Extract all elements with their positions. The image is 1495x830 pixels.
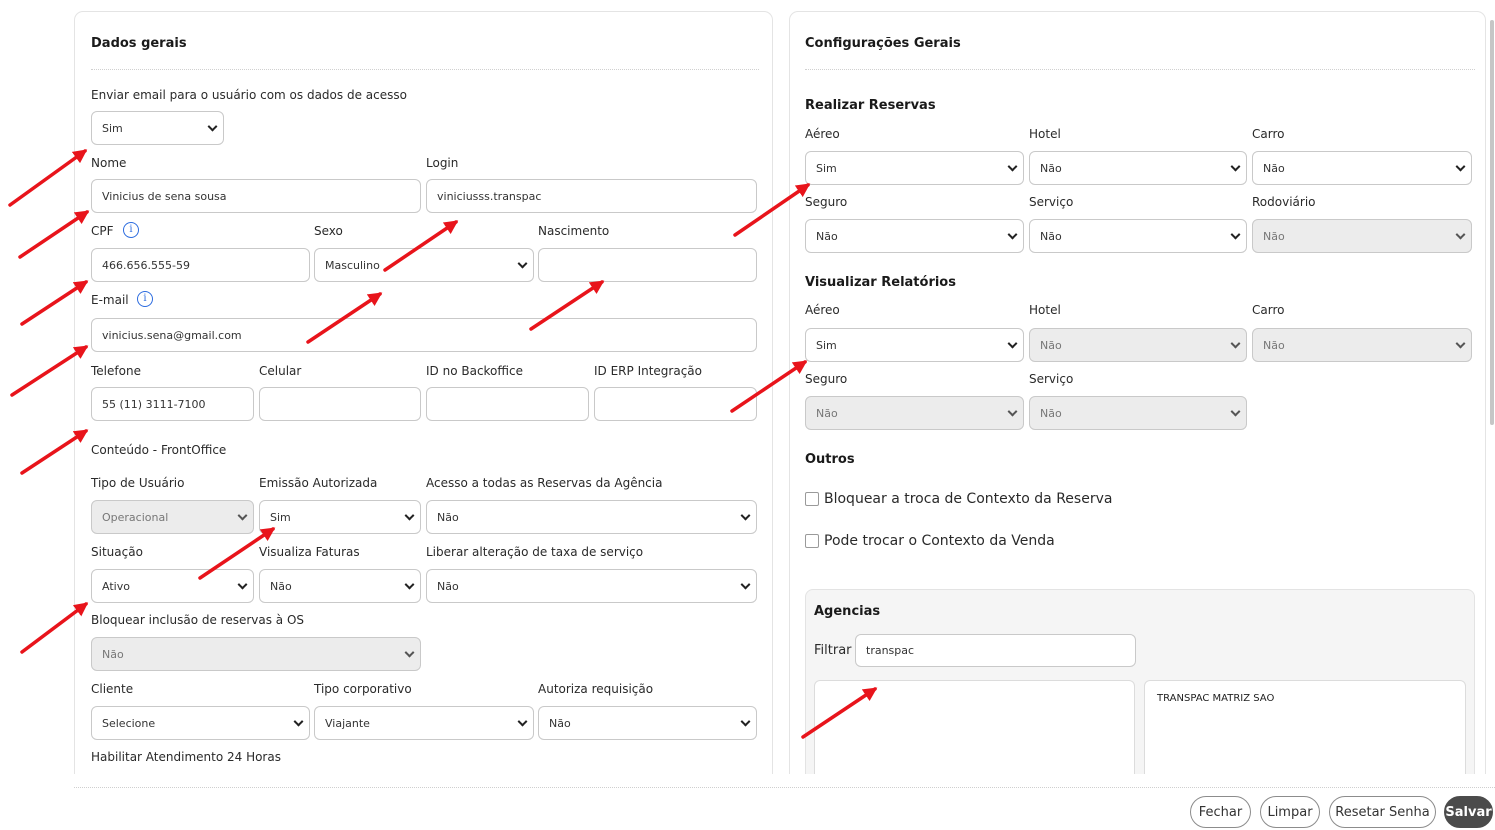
red-arrow-annotation xyxy=(383,220,459,272)
red-arrow-annotation xyxy=(20,280,89,326)
red-arrow-annotation xyxy=(733,183,811,237)
red-arrow-annotation xyxy=(18,210,90,259)
red-arrow-annotation xyxy=(198,527,276,580)
annotation-arrows xyxy=(8,149,878,739)
red-arrow-annotation xyxy=(529,280,605,331)
red-arrow-annotation xyxy=(8,149,88,207)
red-arrow-annotation xyxy=(306,292,383,344)
red-arrow-annotation xyxy=(20,602,89,654)
red-arrow-annotation xyxy=(10,345,89,397)
red-arrow-annotation xyxy=(801,687,878,739)
red-arrow-annotation xyxy=(730,360,808,413)
red-arrow-annotation xyxy=(20,429,89,475)
